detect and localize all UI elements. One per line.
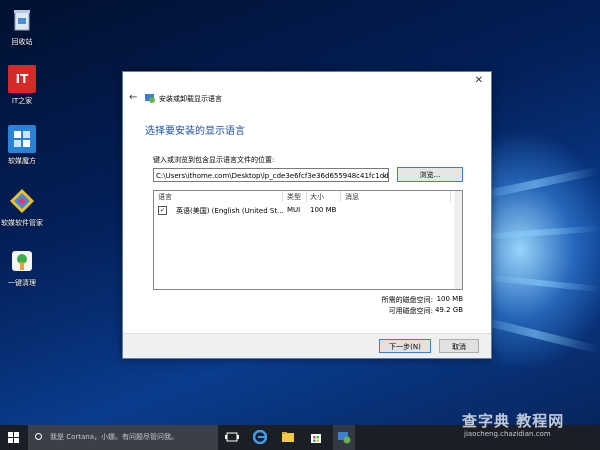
available-space-label: 可用磁盘空间:	[388, 307, 433, 315]
ruanmei-cube-icon	[8, 125, 36, 153]
path-combobox[interactable]: C:\Users\ithome.com\Desktop\lp_cde3e6fcf…	[153, 168, 389, 182]
location-prompt: 键入或浏览到包含显示语言文件的位置:	[153, 156, 275, 164]
desktop-icon-one-click-cleanup[interactable]: 一键清理	[0, 247, 44, 288]
windows-start-icon[interactable]	[8, 432, 19, 443]
cortana-icon	[35, 433, 42, 440]
desktop-icon-ithome[interactable]: IT IT之家	[0, 65, 44, 106]
desktop-icon-software-manager[interactable]: 软媒软件管家	[0, 187, 44, 228]
edge-browser-icon[interactable]	[252, 429, 268, 445]
task-view-icon[interactable]	[225, 430, 239, 444]
language-globe-icon	[145, 93, 155, 103]
column-header-message[interactable]: 消息	[345, 192, 359, 202]
back-arrow-icon[interactable]: ←	[129, 92, 137, 103]
watermark: 查字典 教程网 jiaocheng.chazidian.com	[462, 412, 565, 438]
install-language-dialog: ✕ ← 安装或卸载显示语言 选择要安装的显示语言 键入或浏览到包含显示语言文件的…	[122, 71, 492, 359]
recycle-bin-icon	[8, 6, 36, 34]
row-size: 100 MB	[310, 206, 337, 214]
column-header-language[interactable]: 语言	[158, 192, 172, 202]
ithome-icon: IT	[8, 65, 36, 93]
page-heading: 选择要安装的显示语言	[145, 126, 245, 137]
window-title: 安装或卸载显示语言	[159, 95, 222, 103]
dialog-footer: 下一步(N) 取消	[123, 333, 491, 358]
browse-button[interactable]: 浏览...	[397, 167, 463, 182]
desktop-icon-recycle-bin[interactable]: 回收站	[0, 6, 44, 47]
list-scrollbar[interactable]	[454, 191, 462, 289]
row-language: 英语(美国) (English (United St...	[176, 207, 284, 215]
store-icon[interactable]	[309, 430, 323, 444]
column-header-type[interactable]: 类型	[287, 192, 301, 202]
cortana-search-box[interactable]: 我是 Cortana，小娜。有问题尽管问我。	[28, 425, 218, 450]
software-manager-icon	[8, 187, 36, 215]
close-icon[interactable]: ✕	[475, 75, 483, 86]
available-space-value: 49.2 GB	[434, 306, 463, 314]
one-click-cleanup-icon	[8, 247, 36, 275]
cancel-button[interactable]: 取消	[439, 339, 479, 353]
language-list[interactable]: 语言 类型 大小 消息 ✓ 英语(美国) (English (United St…	[153, 190, 463, 290]
required-space-value: 100 MB	[436, 295, 463, 303]
file-explorer-icon[interactable]	[281, 430, 295, 444]
column-header-size[interactable]: 大小	[310, 192, 324, 202]
language-settings-icon[interactable]	[337, 430, 351, 444]
next-button[interactable]: 下一步(N)	[379, 339, 431, 353]
desktop-icon-ruanmei-cube[interactable]: 软媒魔方	[0, 125, 44, 166]
chevron-down-icon[interactable]: ⌄	[380, 168, 389, 182]
row-type: MUI	[287, 206, 301, 214]
required-space-label: 所需的磁盘空间:	[381, 296, 433, 304]
language-checkbox[interactable]: ✓	[158, 206, 167, 215]
